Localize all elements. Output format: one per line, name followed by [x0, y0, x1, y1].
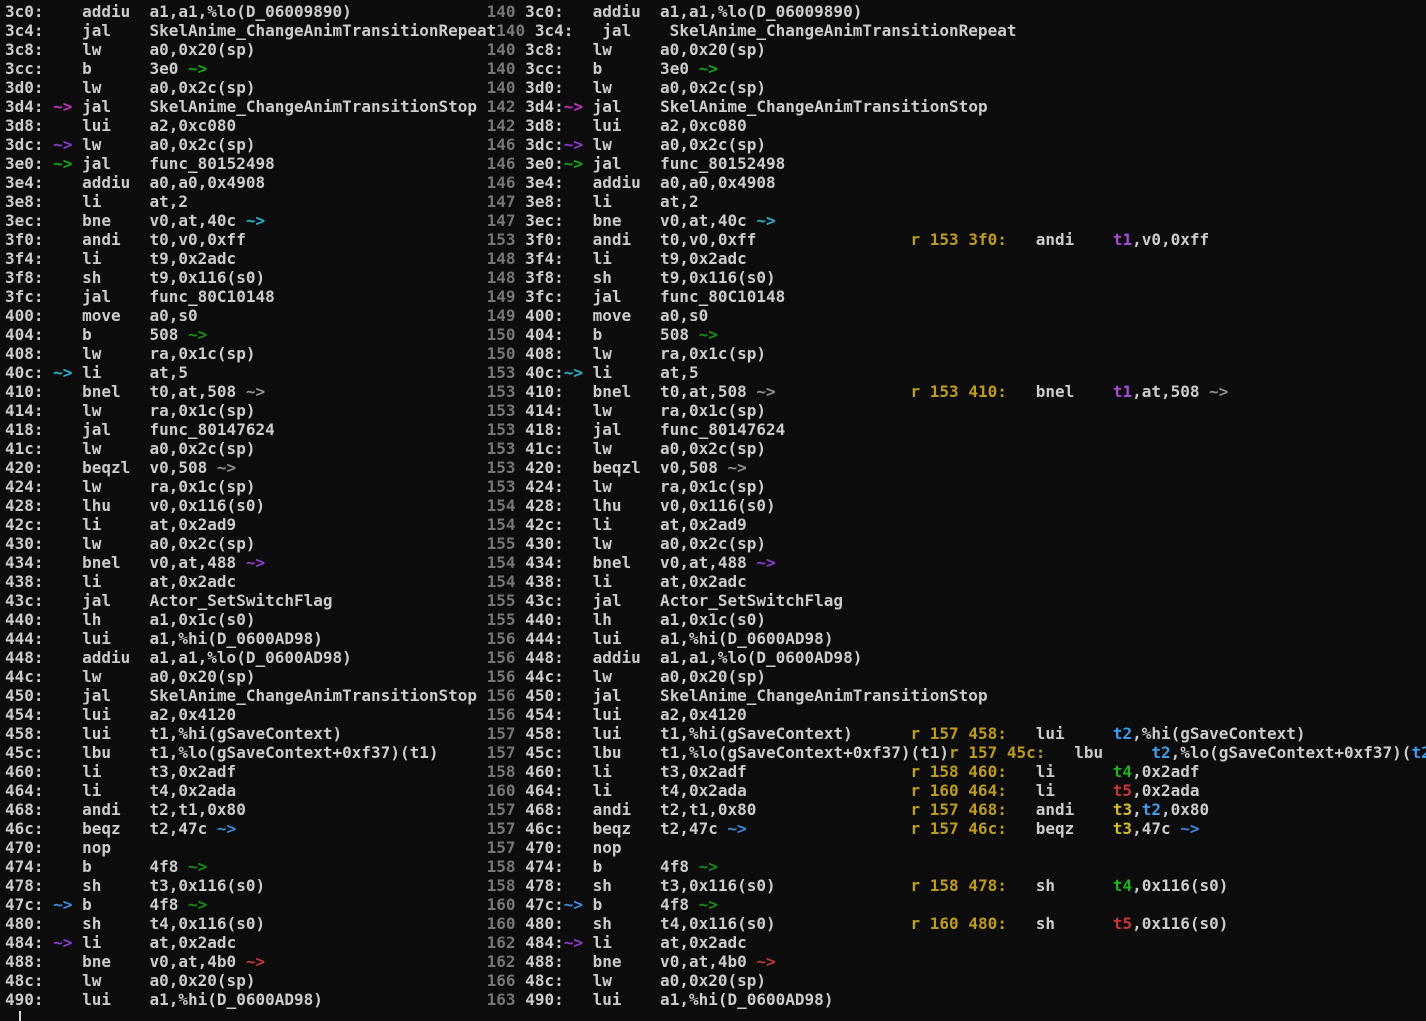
asm-line: 46c: beqz t2,47c ~> 157 46c: beqz t2,47c… — [5, 819, 1426, 838]
asm-line: 3cc: b 3e0 ~> 140 3cc: b 3e0 ~> — [5, 59, 1426, 78]
terminal[interactable]: 3c0: addiu a1,a1,%lo(D_06009890) 140 3c0… — [0, 0, 1426, 1021]
asm-line: 48c: lw a0,0x20(sp) 166 48c: lw a0,0x20(… — [5, 971, 1426, 990]
asm-line: 3ec: bne v0,at,40c ~> 147 3ec: bne v0,at… — [5, 211, 1426, 230]
asm-line: 414: lw ra,0x1c(sp) 153 414: lw ra,0x1c(… — [5, 401, 1426, 420]
asm-line: 3c8: lw a0,0x20(sp) 140 3c8: lw a0,0x20(… — [5, 40, 1426, 59]
asm-line: 45c: lbu t1,%lo(gSaveContext+0xf37)(t1) … — [5, 743, 1426, 762]
asm-line: 3dc: ~> lw a0,0x2c(sp) 146 3dc:~> lw a0,… — [5, 135, 1426, 154]
asm-line: 3e0: ~> jal func_80152498 146 3e0:~> jal… — [5, 154, 1426, 173]
asm-line: 40c: ~> li at,5 153 40c:~> li at,5 — [5, 363, 1426, 382]
asm-line: 404: b 508 ~> 150 404: b 508 ~> — [5, 325, 1426, 344]
asm-line: 3e4: addiu a0,a0,0x4908 146 3e4: addiu a… — [5, 173, 1426, 192]
prompt-text: . — [5, 1009, 15, 1021]
asm-line: 42c: li at,0x2ad9 154 42c: li at,0x2ad9 — [5, 515, 1426, 534]
asm-line: 434: bnel v0,at,488 ~> 154 434: bnel v0,… — [5, 553, 1426, 572]
asm-line: 408: lw ra,0x1c(sp) 150 408: lw ra,0x1c(… — [5, 344, 1426, 363]
asm-line: 444: lui a1,%hi(D_0600AD98) 156 444: lui… — [5, 629, 1426, 648]
asm-line: 44c: lw a0,0x20(sp) 156 44c: lw a0,0x20(… — [5, 667, 1426, 686]
asm-line: 410: bnel t0,at,508 ~> 153 410: bnel t0,… — [5, 382, 1426, 401]
asm-line: 47c: ~> b 4f8 ~> 160 47c:~> b 4f8 ~> — [5, 895, 1426, 914]
asm-line: 454: lui a2,0x4120 156 454: lui a2,0x412… — [5, 705, 1426, 724]
asm-line: 3fc: jal func_80C10148 149 3fc: jal func… — [5, 287, 1426, 306]
asm-line: 480: sh t4,0x116(s0) 160 480: sh t4,0x11… — [5, 914, 1426, 933]
asm-line: 484: ~> li at,0x2adc 162 484:~> li at,0x… — [5, 933, 1426, 952]
asm-line: 488: bne v0,at,4b0 ~> 162 488: bne v0,at… — [5, 952, 1426, 971]
asm-line: 448: addiu a1,a1,%lo(D_0600AD98) 156 448… — [5, 648, 1426, 667]
asm-line: 464: li t4,0x2ada 160 464: li t4,0x2ada … — [5, 781, 1426, 800]
asm-line: 440: lh a1,0x1c(s0) 155 440: lh a1,0x1c(… — [5, 610, 1426, 629]
prompt-line: . — [5, 1009, 1426, 1021]
asm-line: 470: nop 157 470: nop — [5, 838, 1426, 857]
asm-line: 428: lhu v0,0x116(s0) 154 428: lhu v0,0x… — [5, 496, 1426, 515]
asm-line: 3d8: lui a2,0xc080 142 3d8: lui a2,0xc08… — [5, 116, 1426, 135]
asm-line: 468: andi t2,t1,0x80 157 468: andi t2,t1… — [5, 800, 1426, 819]
asm-line: 3c4: jal SkelAnime_ChangeAnimTransitionR… — [5, 21, 1426, 40]
asm-line: 478: sh t3,0x116(s0) 158 478: sh t3,0x11… — [5, 876, 1426, 895]
asm-line: 458: lui t1,%hi(gSaveContext) 157 458: l… — [5, 724, 1426, 743]
asm-line: 3c0: addiu a1,a1,%lo(D_06009890) 140 3c0… — [5, 2, 1426, 21]
asm-line: 3d0: lw a0,0x2c(sp) 140 3d0: lw a0,0x2c(… — [5, 78, 1426, 97]
asm-line: 41c: lw a0,0x2c(sp) 153 41c: lw a0,0x2c(… — [5, 439, 1426, 458]
asm-line: 430: lw a0,0x2c(sp) 155 430: lw a0,0x2c(… — [5, 534, 1426, 553]
asm-line: 424: lw ra,0x1c(sp) 153 424: lw ra,0x1c(… — [5, 477, 1426, 496]
asm-line: 3f8: sh t9,0x116(s0) 148 3f8: sh t9,0x11… — [5, 268, 1426, 287]
asm-line: 43c: jal Actor_SetSwitchFlag 155 43c: ja… — [5, 591, 1426, 610]
asm-line: 400: move a0,s0 149 400: move a0,s0 — [5, 306, 1426, 325]
asm-line: 438: li at,0x2adc 154 438: li at,0x2adc — [5, 572, 1426, 591]
asm-line: 460: li t3,0x2adf 158 460: li t3,0x2adf … — [5, 762, 1426, 781]
cursor — [19, 1011, 21, 1021]
asm-line: 3f0: andi t0,v0,0xff 153 3f0: andi t0,v0… — [5, 230, 1426, 249]
asm-line: 420: beqzl v0,508 ~> 153 420: beqzl v0,5… — [5, 458, 1426, 477]
asm-line: 418: jal func_80147624 153 418: jal func… — [5, 420, 1426, 439]
asm-line: 474: b 4f8 ~> 158 474: b 4f8 ~> — [5, 857, 1426, 876]
asm-line: 490: lui a1,%hi(D_0600AD98) 163 490: lui… — [5, 990, 1426, 1009]
asm-line: 3e8: li at,2 147 3e8: li at,2 — [5, 192, 1426, 211]
asm-line: 450: jal SkelAnime_ChangeAnimTransitionS… — [5, 686, 1426, 705]
asm-line: 3f4: li t9,0x2adc 148 3f4: li t9,0x2adc — [5, 249, 1426, 268]
terminal-output: 3c0: addiu a1,a1,%lo(D_06009890) 140 3c0… — [5, 2, 1426, 1009]
asm-line: 3d4: ~> jal SkelAnime_ChangeAnimTransiti… — [5, 97, 1426, 116]
